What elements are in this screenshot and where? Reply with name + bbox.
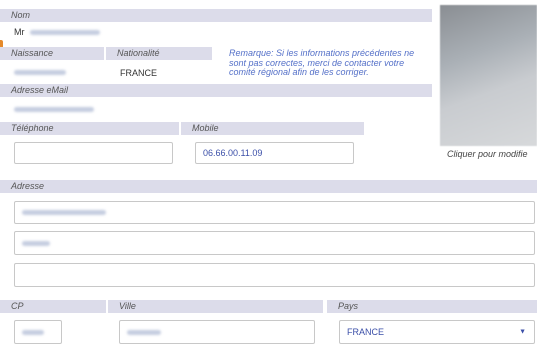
civilite-value: Mr	[14, 27, 25, 37]
adresse-header: Adresse	[0, 180, 537, 193]
blurred-name	[30, 30, 101, 36]
mobile-input-text: 06.66.00.11.09	[203, 148, 263, 158]
ville-header: Ville	[108, 300, 323, 313]
telephone-input[interactable]	[14, 142, 173, 164]
mobile-label: Mobile	[192, 123, 219, 133]
email-value	[14, 103, 94, 115]
adresse-line2-text	[22, 232, 50, 254]
adresse-line1-text	[22, 202, 106, 223]
naissance-label: Naissance	[11, 48, 54, 58]
telephone-header: Téléphone	[0, 122, 179, 135]
cp-header: CP	[0, 300, 106, 313]
adresse-label: Adresse	[11, 181, 45, 191]
nationalite-label: Nationalité	[117, 48, 160, 58]
nom-label: Nom	[11, 10, 31, 20]
nom-header: Nom	[0, 9, 432, 22]
pays-header: Pays	[327, 300, 537, 313]
pays-label: Pays	[338, 301, 359, 311]
adresse-line1-input[interactable]	[14, 201, 535, 224]
email-header: Adresse eMail	[0, 84, 432, 97]
nationalite-header: Nationalité	[106, 47, 212, 60]
info-note: Remarque: Si les informations précédente…	[229, 48, 415, 77]
cp-label: CP	[11, 301, 24, 311]
ville-input[interactable]	[119, 320, 315, 344]
naissance-header: Naissance	[0, 47, 104, 60]
adresse-line2-input[interactable]	[14, 231, 535, 255]
blurred-ville	[127, 329, 161, 335]
nationalite-value: FRANCE	[120, 68, 158, 78]
telephone-label: Téléphone	[11, 123, 54, 133]
blurred-cp	[22, 329, 44, 335]
blurred-address-2	[22, 240, 50, 246]
pays-select-text: FRANCE	[347, 327, 385, 337]
profile-photo[interactable]	[440, 5, 537, 146]
blurred-address-1	[22, 210, 106, 215]
email-label: Adresse eMail	[11, 85, 69, 95]
pays-select[interactable]: FRANCE ▼	[339, 320, 535, 344]
mobile-input[interactable]: 06.66.00.11.09	[195, 142, 354, 164]
naissance-value	[14, 66, 66, 78]
blurred-birthdate	[14, 70, 66, 76]
cp-input-text	[22, 321, 44, 343]
adresse-line3-input[interactable]	[14, 263, 535, 287]
blurred-email	[14, 107, 94, 113]
chevron-down-icon: ▼	[519, 328, 526, 336]
nom-value: Mr	[14, 26, 101, 38]
ville-input-text	[127, 321, 161, 343]
ville-label: Ville	[119, 301, 136, 311]
photo-caption[interactable]: Cliquer pour modifie	[447, 149, 528, 159]
cp-input[interactable]	[14, 320, 62, 344]
mobile-header: Mobile	[181, 122, 364, 135]
